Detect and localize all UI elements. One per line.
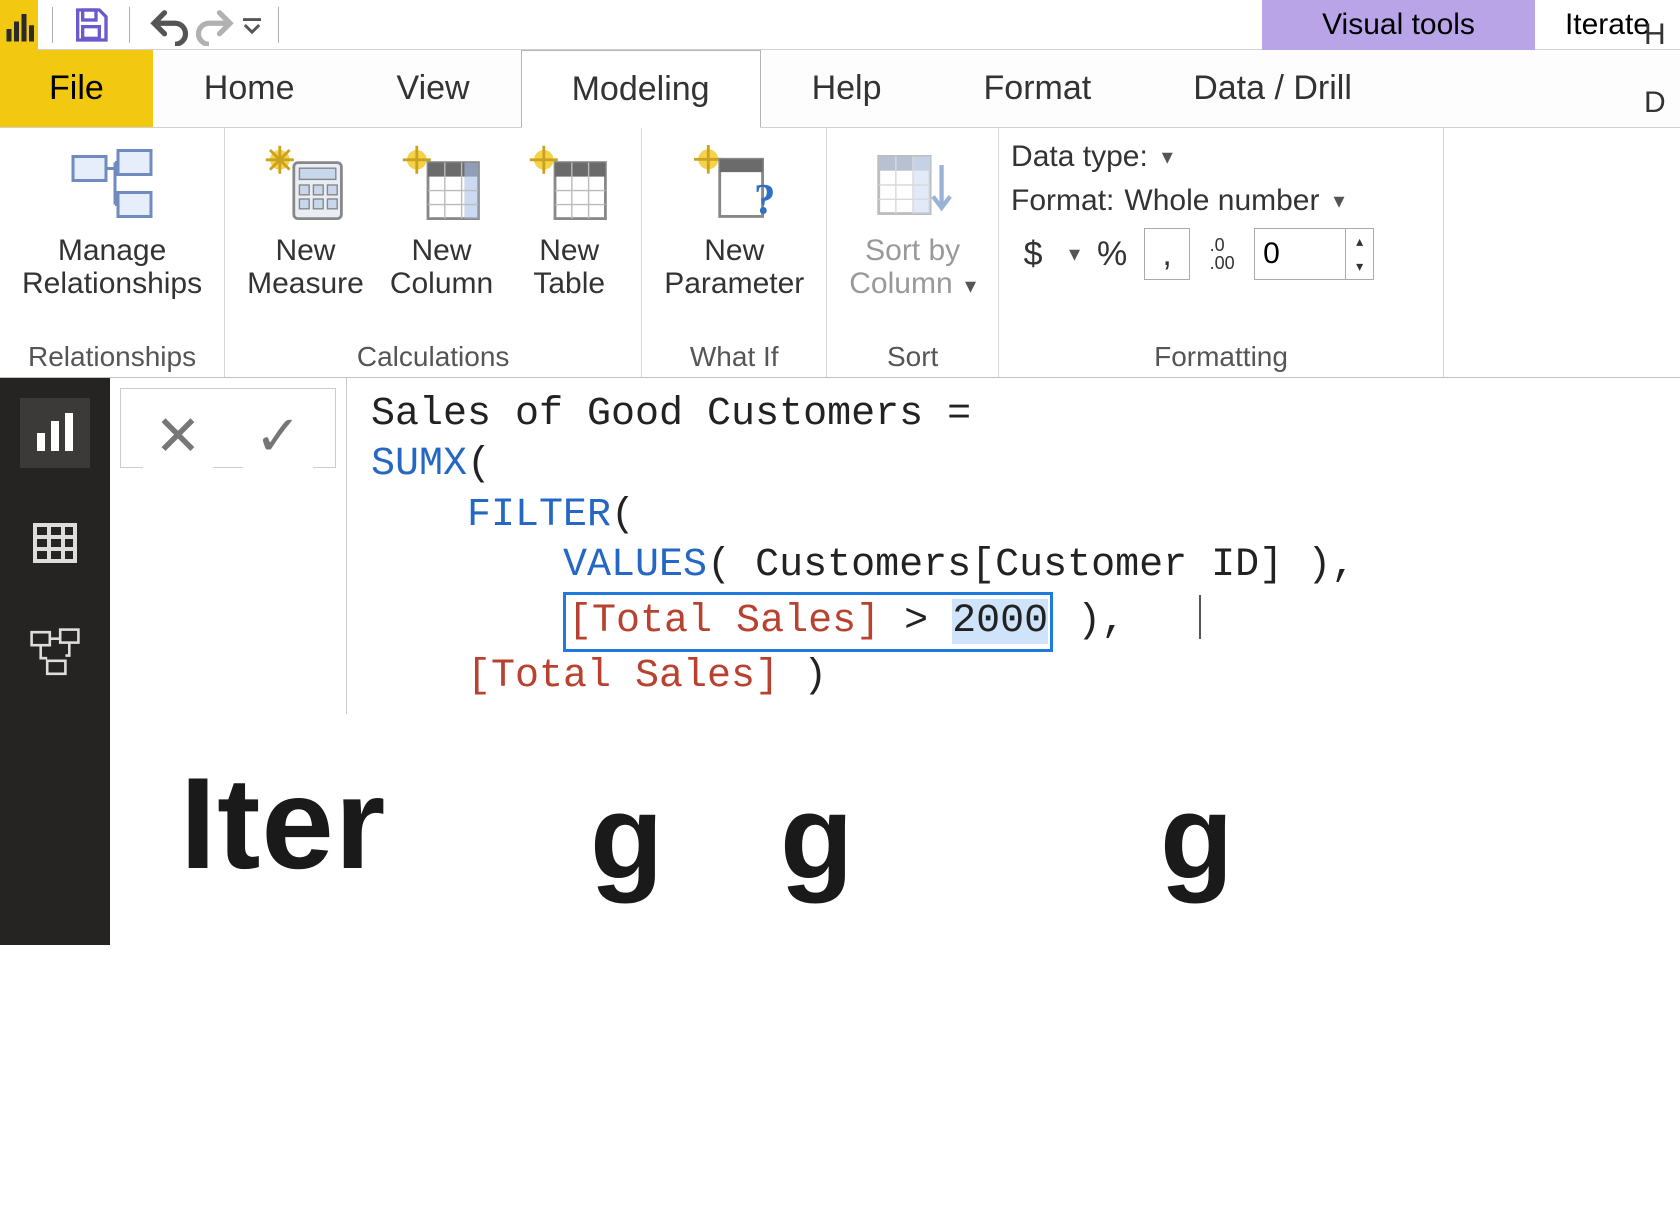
column-icon <box>400 140 484 230</box>
stepper-down[interactable]: ▾ <box>1346 254 1373 279</box>
new-parameter-button[interactable]: ? New Parameter <box>654 136 814 304</box>
formula-controls: ✕ ✓ <box>120 388 336 468</box>
tab-format[interactable]: Format <box>933 50 1143 127</box>
thousands-separator-button[interactable]: , <box>1144 228 1190 280</box>
decimal-places-input[interactable] <box>1255 229 1345 279</box>
truncated-ribbon-column: H D <box>1644 0 1680 120</box>
model-view-button[interactable] <box>20 618 90 688</box>
ribbon-group-formatting: Data type: ▾ Format: Whole number ▾ $ ▾ … <box>999 128 1444 377</box>
contextual-tab-visual-tools: Visual tools <box>1262 0 1535 50</box>
dax-function-sumx: SUMX <box>371 442 467 487</box>
report-view-button[interactable] <box>20 398 90 468</box>
new-measure-button[interactable]: New Measure <box>237 136 374 304</box>
label: New Table <box>533 234 605 300</box>
canvas-title-text: Iter <box>180 748 386 898</box>
canvas-text-fragment: g <box>1160 768 1233 906</box>
label: New Column <box>390 234 493 300</box>
measure-reference: [Total Sales] <box>467 654 779 699</box>
tab-home[interactable]: Home <box>153 50 346 127</box>
label: New Measure <box>247 234 364 300</box>
relationships-icon <box>67 140 157 230</box>
stepper-up[interactable]: ▴ <box>1346 229 1373 254</box>
parameter-icon: ? <box>689 140 779 230</box>
ribbon: Manage Relationships Relationships New M… <box>0 128 1680 378</box>
decimal-places-stepper[interactable]: ▴▾ <box>1254 228 1374 280</box>
formula-bar: ✕ ✓ Sales of Good Customers = SUMX( FILT… <box>110 378 1680 688</box>
data-type-label: Data type: <box>1011 140 1148 174</box>
dax-function-filter: FILTER <box>467 493 611 538</box>
tab-view[interactable]: View <box>346 50 521 127</box>
tab-file[interactable]: File <box>0 50 153 127</box>
chevron-down-icon[interactable]: ▾ <box>1162 144 1173 170</box>
sort-icon <box>868 140 958 230</box>
svg-text:?: ? <box>754 177 775 224</box>
redo-button[interactable] <box>192 1 240 49</box>
tab-help[interactable]: Help <box>761 50 933 127</box>
cancel-formula-button[interactable]: ✕ <box>143 401 213 471</box>
column-reference: Customers[Customer ID] <box>755 543 1283 588</box>
app-logo-icon <box>0 0 38 50</box>
filter-condition-highlight: [Total Sales] > 2000 <box>563 592 1053 652</box>
view-switcher-bar <box>0 378 110 945</box>
main-area: Iter g g g ✕ ✓ Sales of Good Customers =… <box>110 378 1680 945</box>
new-table-button[interactable]: New Table <box>509 136 629 304</box>
group-label: Formatting <box>1011 337 1431 375</box>
chevron-down-icon[interactable]: ▾ <box>1333 188 1344 214</box>
text-cursor <box>1199 595 1201 639</box>
group-label: What If <box>654 337 814 375</box>
ribbon-group-sort: Sort by Column ▾ Sort <box>827 128 999 377</box>
measure-name: Sales of Good Customers = <box>371 392 971 437</box>
label: Sort by Column ▾ <box>849 234 976 300</box>
data-view-button[interactable] <box>20 508 90 578</box>
undo-button[interactable] <box>144 1 192 49</box>
dax-formula-editor[interactable]: Sales of Good Customers = SUMX( FILTER( … <box>346 378 1680 714</box>
measure-icon <box>263 140 347 230</box>
ribbon-tabs: File Home View Modeling Help Format Data… <box>0 50 1680 128</box>
canvas-text-fragment: g <box>780 768 853 906</box>
tab-data-drill[interactable]: Data / Drill <box>1142 50 1403 127</box>
format-label: Format: <box>1011 184 1114 218</box>
quick-access-toolbar: Visual tools Iterate <box>0 0 1680 50</box>
separator <box>278 7 279 43</box>
separator <box>129 7 130 43</box>
separator <box>52 7 53 43</box>
format-value[interactable]: Whole number <box>1124 184 1319 218</box>
new-column-button[interactable]: New Column <box>380 136 503 304</box>
decimal-places-icon[interactable]: .0 .00 <box>1200 228 1244 280</box>
label: New Parameter <box>664 234 804 300</box>
ribbon-group-relationships: Manage Relationships Relationships <box>0 128 225 377</box>
dax-function-values: VALUES <box>563 543 707 588</box>
label: Manage Relationships <box>22 234 202 300</box>
group-label: Relationships <box>12 337 212 375</box>
percent-button[interactable]: % <box>1090 228 1134 280</box>
group-label: Sort <box>839 337 986 375</box>
ribbon-group-whatif: ? New Parameter What If <box>642 128 827 377</box>
measure-reference: [Total Sales] <box>568 599 880 644</box>
selected-literal: 2000 <box>952 599 1048 644</box>
currency-button[interactable]: $ <box>1011 228 1055 280</box>
group-label: Calculations <box>237 337 629 375</box>
sort-by-column-button[interactable]: Sort by Column ▾ <box>839 136 986 304</box>
chevron-down-icon[interactable]: ▾ <box>1069 241 1080 267</box>
chevron-down-icon: ▾ <box>965 273 976 298</box>
commit-formula-button[interactable]: ✓ <box>243 401 313 471</box>
manage-relationships-button[interactable]: Manage Relationships <box>12 136 212 304</box>
qat-customize-dropdown[interactable] <box>240 1 264 49</box>
save-button[interactable] <box>67 1 115 49</box>
table-icon <box>527 140 611 230</box>
canvas-text-fragment: g <box>590 768 663 906</box>
tab-modeling[interactable]: Modeling <box>521 50 761 128</box>
ribbon-group-calculations: New Measure New Column <box>225 128 642 377</box>
